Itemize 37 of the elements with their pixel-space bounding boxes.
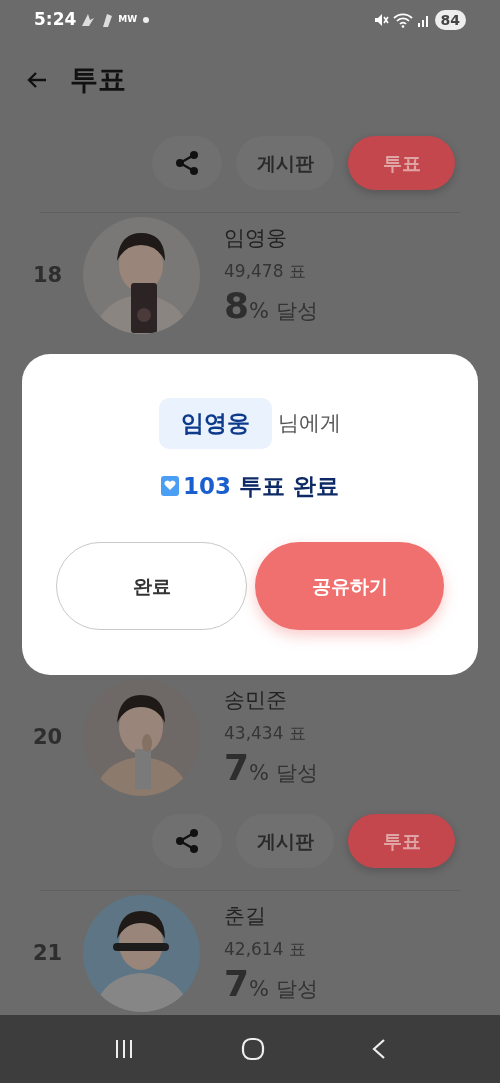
candidate-name: 송민준 xyxy=(224,687,288,715)
percent-label: % 달성 xyxy=(249,976,318,1004)
dot-icon xyxy=(141,15,152,25)
percent-value: 7 xyxy=(224,750,250,787)
wifi-icon xyxy=(392,12,413,28)
board-button[interactable]: 게시판 xyxy=(236,814,334,868)
notification-text: MW xyxy=(118,13,138,27)
notification-icon xyxy=(80,12,97,28)
back-arrow-icon[interactable] xyxy=(26,70,48,90)
vote-result: 103 투표 완료 xyxy=(183,471,339,501)
candidate-name: 임영웅 xyxy=(224,225,288,253)
mute-icon xyxy=(372,12,389,28)
percent-value: 7 xyxy=(224,966,250,1003)
percent-value: 8 xyxy=(224,288,250,325)
rank-number: 20 xyxy=(33,723,64,751)
notification-icon xyxy=(100,12,115,28)
share-icon xyxy=(174,828,200,854)
done-button[interactable]: 완료 xyxy=(56,542,247,630)
candidate-name: 춘길 xyxy=(224,903,267,931)
share-button[interactable]: 공유하기 xyxy=(255,542,444,630)
board-button[interactable]: 게시판 xyxy=(236,136,334,190)
recent-apps-icon[interactable] xyxy=(113,1038,135,1060)
recipient-name: 임영웅 xyxy=(159,398,272,449)
rank-number: 21 xyxy=(33,939,64,967)
back-icon[interactable] xyxy=(371,1038,387,1060)
page-title: 투표 xyxy=(70,62,126,98)
recipient-suffix: 님에게 xyxy=(277,409,341,437)
heart-ticket-icon xyxy=(161,474,179,497)
vote-button[interactable]: 투표 xyxy=(348,814,455,868)
share-icon xyxy=(174,150,200,176)
vote-button[interactable]: 투표 xyxy=(348,136,455,190)
percent-label: % 달성 xyxy=(249,298,318,326)
battery-indicator: 84 xyxy=(434,10,466,30)
rank-number: 18 xyxy=(33,261,64,289)
status-time: 5:24 xyxy=(34,8,77,32)
home-icon[interactable] xyxy=(241,1037,265,1061)
percent-label: % 달성 xyxy=(249,760,318,788)
